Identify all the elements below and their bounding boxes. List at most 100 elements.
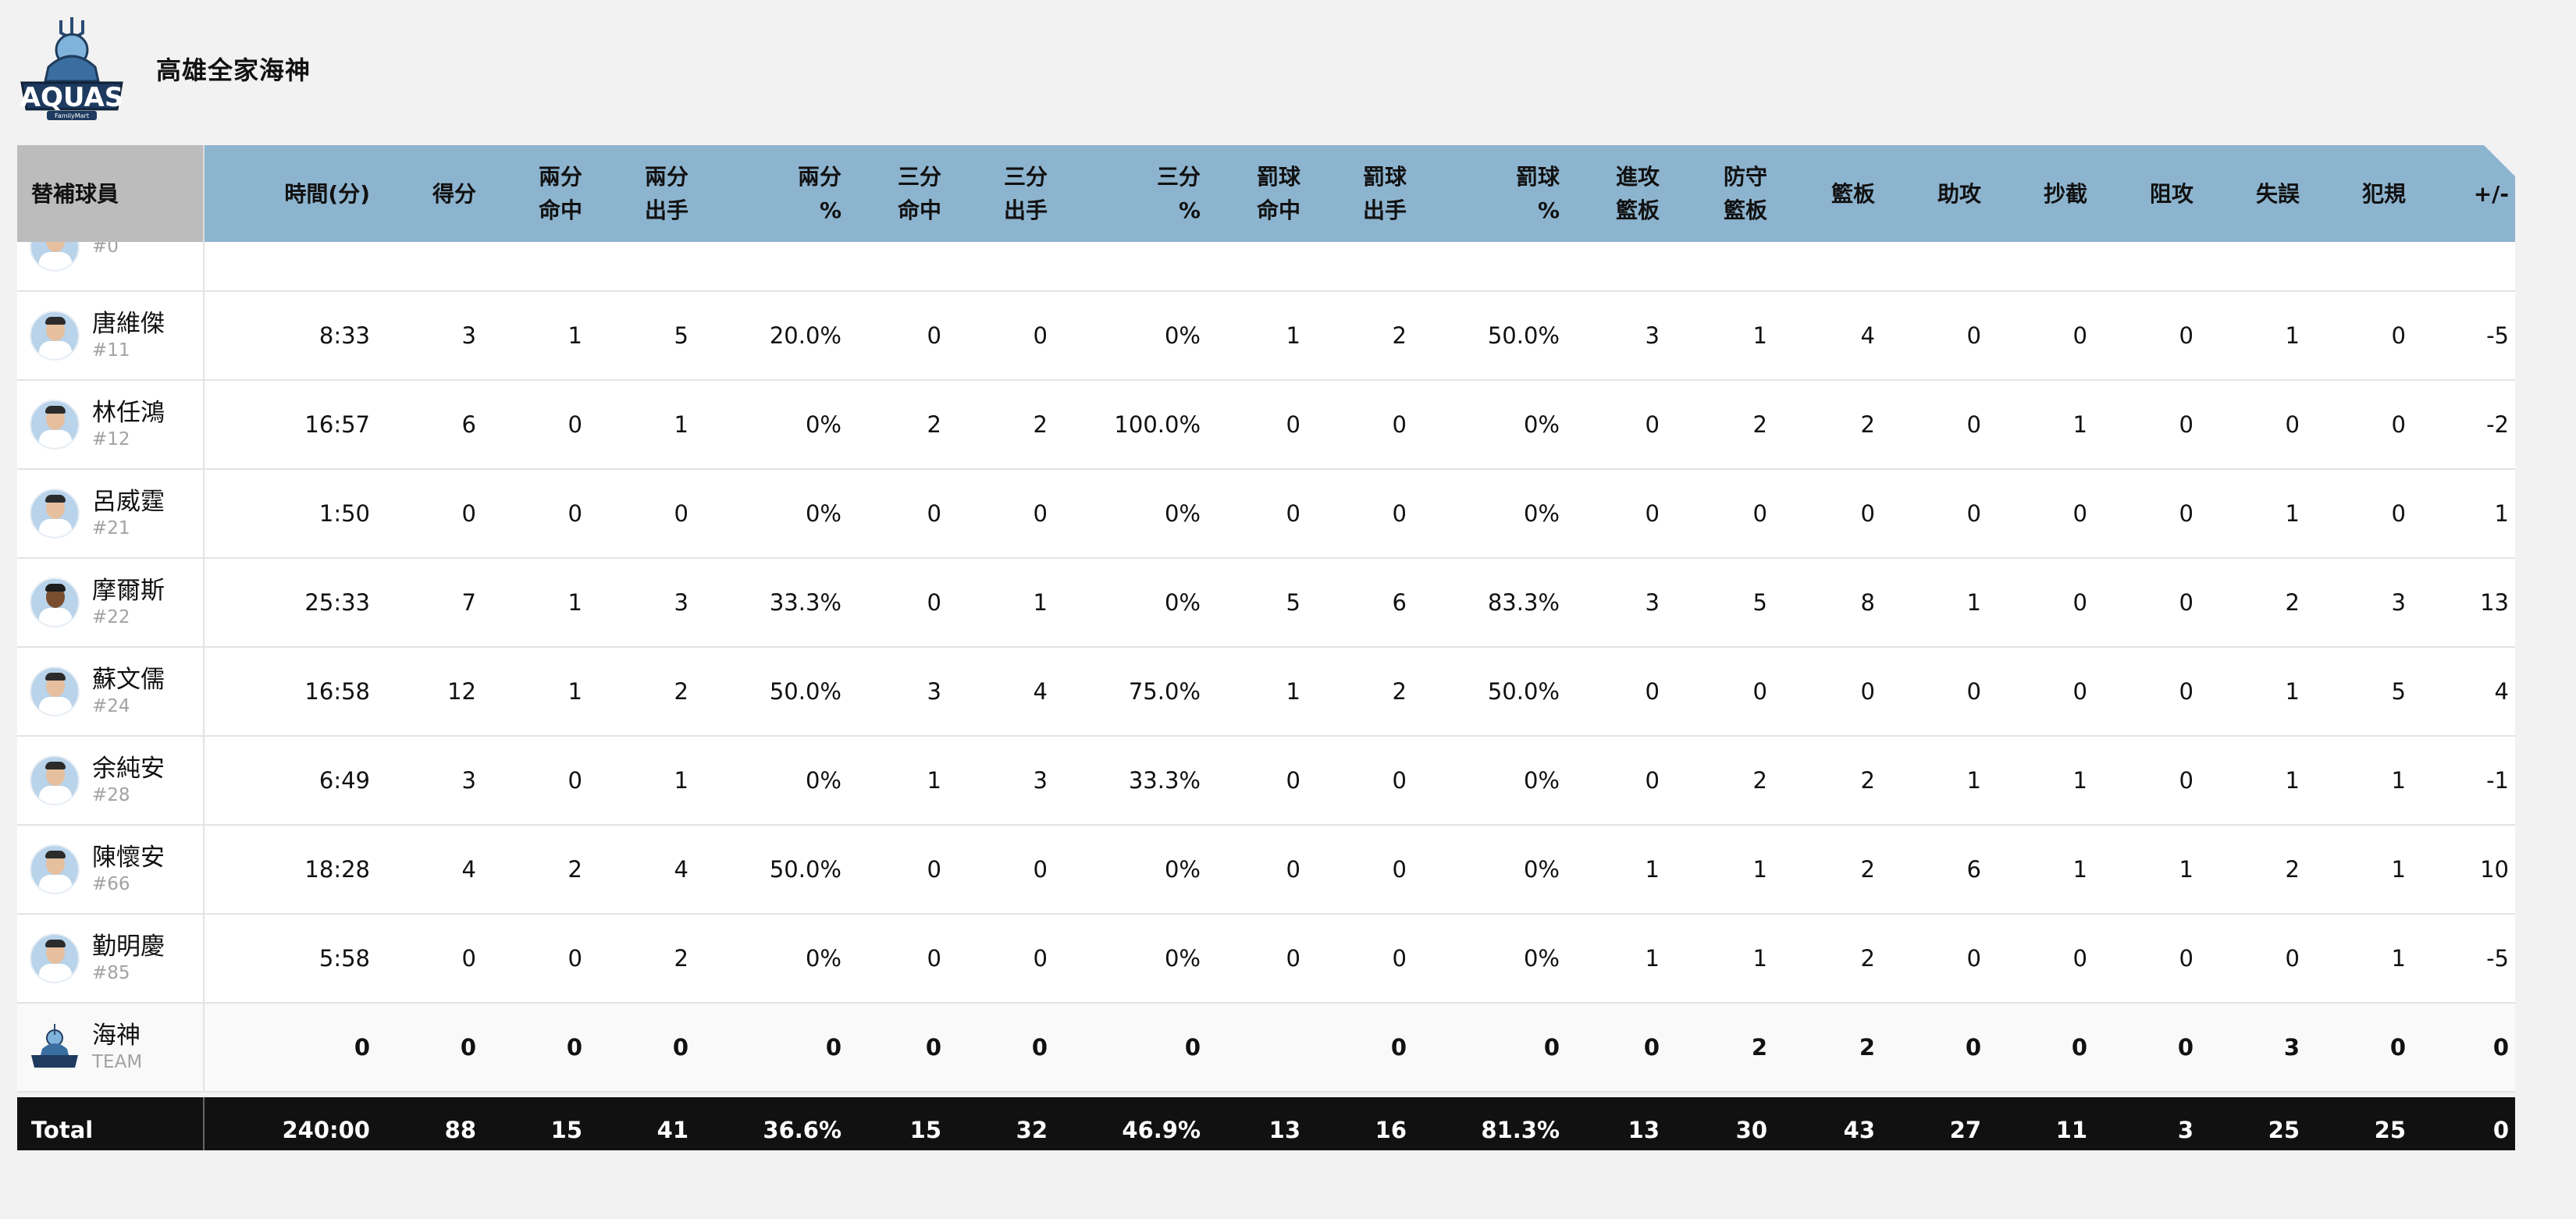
column-header-label: 出手 — [1003, 197, 1048, 223]
player-avatar — [30, 755, 80, 805]
stat-cell: 0 — [2073, 945, 2087, 972]
stat-cell: 0 — [2389, 1034, 2406, 1061]
stat-cell: -1 — [2486, 767, 2509, 794]
column-header: 罰球 出手 — [1310, 145, 1416, 242]
column-header-label: 罰球 — [1515, 164, 1560, 190]
player-cell[interactable]: 摩爾斯 #22 — [17, 559, 205, 646]
stat-cell: 0 — [1643, 1034, 1660, 1061]
stat-cell: 0 — [2073, 322, 2087, 349]
column-header-label: 三分 — [1156, 164, 1201, 190]
stat-cell: 0 — [2391, 500, 2406, 527]
column-header-label: 罰球 — [1362, 164, 1407, 190]
stat-cell: 2 — [1392, 322, 1407, 349]
stat-cell: 0 — [2391, 322, 2406, 349]
stat-cell: 0 — [1392, 500, 1407, 527]
stat-cell: 1 — [2285, 678, 2300, 705]
stat-cell: 0 — [1286, 856, 1300, 883]
stat-cell: 1 — [1645, 856, 1660, 883]
column-header: 籃板 — [1777, 145, 1884, 242]
stat-cell: 0 — [2179, 945, 2194, 972]
stat-cell: 0 — [2285, 945, 2300, 972]
stat-cell: 0 — [927, 500, 941, 527]
stat-cell: 25:33 — [304, 589, 370, 616]
column-header-label: 兩分 — [538, 164, 582, 190]
stat-cell: 3 — [1645, 322, 1660, 349]
player-name[interactable]: 海神 — [92, 1021, 142, 1050]
player-name[interactable]: 呂威霆 — [92, 487, 165, 517]
player-cell[interactable]: 唐維傑 #11 — [17, 292, 205, 379]
stat-cell: 2 — [1860, 945, 1875, 972]
player-number: #85 — [92, 963, 130, 983]
stat-cell: 0 — [2179, 767, 2194, 794]
stat-cell: 1 — [2179, 856, 2194, 883]
stat-cell: 1 — [2073, 411, 2087, 438]
total-stat-cell: 27 — [1949, 1117, 1981, 1143]
player-cell[interactable]: 海神 TEAM — [17, 1004, 205, 1091]
stat-cell: 0 — [2179, 322, 2194, 349]
column-header-label: 籃板 — [1831, 180, 1875, 207]
stat-cell: 2 — [674, 945, 688, 972]
stat-cell: 0 — [2285, 411, 2300, 438]
stat-cell: 2 — [927, 411, 941, 438]
player-number: #21 — [92, 518, 130, 538]
stat-cell: 0 — [1286, 500, 1300, 527]
column-header: 助攻 — [1884, 145, 1991, 242]
stat-cell: 5 — [1752, 589, 1767, 616]
column-header: 替補球員 — [17, 145, 205, 242]
stat-cell: 0 — [1033, 322, 1048, 349]
player-cell[interactable]: 蘇文儒 #24 — [17, 648, 205, 735]
column-header-label: % — [1178, 197, 1201, 223]
column-header-label: 三分 — [897, 164, 941, 190]
team-logo-icon: AQUAS FamilyMart — [20, 17, 123, 120]
stat-cell: 3 — [2283, 1034, 2300, 1061]
stat-cell: 75.0% — [1128, 678, 1201, 705]
player-cell[interactable]: 陳懷安 #66 — [17, 826, 205, 913]
player-name[interactable]: 蘇文儒 — [92, 665, 165, 695]
stat-cell: 0 — [1645, 767, 1660, 794]
column-header-label: 籃板 — [1723, 197, 1767, 223]
player-cell[interactable]: 林任鴻 #12 — [17, 381, 205, 468]
stat-cell: 0 — [568, 500, 582, 527]
player-cell[interactable]: 余純安 #28 — [17, 737, 205, 824]
stat-cell: 1 — [1966, 767, 1981, 794]
stat-cell: 0 — [460, 1034, 476, 1061]
stat-cell: 83.3% — [1487, 589, 1560, 616]
stat-cell: 7 — [461, 589, 476, 616]
stat-cell: 20.0% — [769, 322, 841, 349]
column-header-label: 出手 — [1362, 197, 1407, 223]
player-name[interactable]: 林任鴻 — [92, 398, 165, 428]
player-avatar — [30, 844, 80, 894]
total-stat-cell: 88 — [444, 1117, 476, 1143]
box-score-panel[interactable]: 替補球員 時間(分) 得分 兩分 命中 兩分 出手 兩分% 三分 命中 三分 出手 三分% 罰球 命中 罰球出… — [17, 145, 2515, 1150]
total-stat-cell: 0 — [2492, 1117, 2509, 1143]
column-header: 兩分% — [698, 145, 851, 242]
player-number: #22 — [92, 607, 130, 627]
total-stat-cell: 240:00 — [282, 1117, 371, 1143]
stat-cell: 2 — [1392, 678, 1407, 705]
stat-cell: 4 — [1033, 678, 1048, 705]
column-header: 進攻 籃板 — [1569, 145, 1669, 242]
player-cell[interactable]: 勤明慶 #85 — [17, 915, 205, 1002]
stat-cell: 0 — [354, 1034, 370, 1061]
player-name[interactable]: 摩爾斯 — [92, 576, 165, 606]
stat-cell: 1 — [568, 322, 582, 349]
column-header-label: 命中 — [897, 197, 941, 223]
player-name[interactable]: 陳懷安 — [92, 843, 165, 872]
stat-cell: 0% — [1523, 856, 1560, 883]
total-stat-cell: 15 — [550, 1117, 582, 1143]
stat-cell: 0 — [1033, 945, 1048, 972]
player-name[interactable]: 唐維傑 — [92, 309, 165, 339]
stat-cell: 1 — [1752, 322, 1767, 349]
stat-cell: 33.3% — [769, 589, 841, 616]
column-header: 罰球% — [1416, 145, 1569, 242]
total-stat-cell: 15 — [909, 1117, 941, 1143]
stat-cell — [1210, 1004, 1310, 1091]
stat-cell: 0 — [2073, 500, 2087, 527]
player-avatar — [30, 489, 80, 538]
player-name[interactable]: 余純安 — [92, 754, 165, 784]
player-cell[interactable]: 呂威霆 #21 — [17, 470, 205, 557]
stat-cell: 1 — [1752, 856, 1767, 883]
player-name[interactable]: 勤明慶 — [92, 932, 165, 961]
player-row: 余純安 #28 6:49 3 0 1 0% 1 3 33.3% 0 0 0% 0 2 2 1 1 0 1 1 -1 — [17, 737, 2515, 826]
stat-cell: 6:49 — [318, 767, 370, 794]
